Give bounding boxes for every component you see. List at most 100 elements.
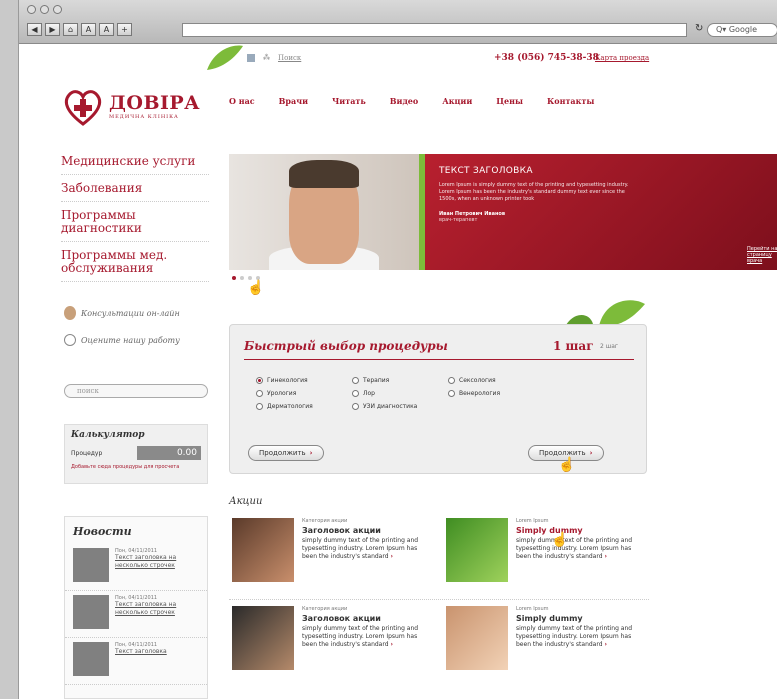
main-nav: О нас Врачи Читать Видео Акции Цены Конт…	[229, 96, 618, 106]
option-label: Урология	[267, 390, 297, 397]
radio-icon[interactable]	[448, 390, 455, 397]
arrow-right-icon[interactable]: ›	[604, 641, 606, 648]
option-dermatology[interactable]: Дерматология	[256, 403, 313, 410]
option-ent[interactable]: Лор	[352, 390, 417, 397]
calculator-add-link[interactable]: Добавьте сюда процедуры для просчета	[65, 464, 207, 470]
news-link[interactable]: Текст заголовка на несколько строчек	[115, 601, 199, 617]
site-logo[interactable]: ДОВІРА МЕДИЧНА КЛІНІКА	[61, 84, 200, 128]
promotions-title: Акции	[229, 496, 263, 507]
banner-doctor-role: врач-терапевт	[439, 217, 478, 223]
option-gynecology[interactable]: Гинекология	[256, 377, 313, 384]
zoom-window-button[interactable]	[53, 5, 62, 14]
news-link[interactable]: Текст заголовка	[115, 648, 167, 656]
radio-icon[interactable]	[256, 377, 263, 384]
rating-icon	[64, 334, 76, 346]
arrow-right-icon: ›	[589, 449, 593, 457]
rate-us-link[interactable]: Оцените нашу работу	[64, 334, 180, 346]
arrow-right-icon[interactable]: ›	[604, 553, 606, 560]
doctor-icon	[64, 306, 76, 320]
news-item: Пон, 04/11/2011 Текст заголовка на неско…	[65, 591, 207, 638]
nav-item-prices[interactable]: Цены	[496, 96, 523, 106]
sidebar-item-diagnostics[interactable]: Программы диагностики	[61, 206, 209, 242]
doctor-photo	[229, 154, 419, 270]
sidebar-item-diseases[interactable]: Заболевания	[61, 179, 209, 202]
hand-cursor-icon: ☝	[558, 457, 576, 473]
news-title: Новости	[73, 525, 132, 538]
radio-icon[interactable]	[352, 390, 359, 397]
logo-name: ДОВІРА	[109, 92, 201, 114]
option-sexology[interactable]: Сексология	[448, 377, 500, 384]
radio-icon[interactable]	[448, 377, 455, 384]
hand-cursor-icon: ☝	[247, 280, 265, 296]
promo-text-body: simply dummy text of the printing and ty…	[516, 625, 633, 648]
option-therapy[interactable]: Терапия	[352, 377, 417, 384]
nav-item-doctors[interactable]: Врачи	[279, 96, 308, 106]
nav-item-contacts[interactable]: Контакты	[547, 96, 594, 106]
option-label: УЗИ диагностика	[363, 403, 418, 410]
news-thumbnail[interactable]	[73, 595, 109, 629]
consult-online-link[interactable]: Консультации он-лайн	[64, 306, 180, 320]
text-larger-button[interactable]: A	[99, 23, 114, 36]
news-thumbnail[interactable]	[73, 548, 109, 582]
news-link[interactable]: Текст заголовка на несколько строчек	[115, 554, 199, 570]
address-bar[interactable]	[182, 23, 687, 37]
option-urology[interactable]: Урология	[256, 390, 313, 397]
search-input[interactable]: поиск	[64, 384, 208, 398]
banner-content: ТЕКСТ ЗАГОЛОВКА Lorem Ipsum is simply du…	[425, 154, 777, 270]
sidebar-item-medical-programs[interactable]: Программы мед. обслуживания	[61, 246, 209, 282]
radio-icon[interactable]	[352, 403, 359, 410]
text-smaller-button[interactable]: A	[81, 23, 96, 36]
promo-image[interactable]	[446, 606, 508, 670]
option-venereology[interactable]: Венерология	[448, 390, 500, 397]
news-thumbnail[interactable]	[73, 642, 109, 676]
calculator-widget: Калькулятор Процедур 0.00 Добавьте сюда …	[64, 424, 208, 484]
promo-category: Категория акции	[302, 518, 348, 524]
radio-icon[interactable]	[256, 390, 263, 397]
option-ultrasound[interactable]: УЗИ диагностика	[352, 403, 417, 410]
pager-dot-1[interactable]	[232, 276, 236, 280]
sidebar-item-services[interactable]: Медицинские услуги	[61, 152, 209, 175]
minimize-window-button[interactable]	[40, 5, 49, 14]
promo-item: Категория акции Заголовок акции simply d…	[232, 518, 432, 588]
promo-title[interactable]: Заголовок акции	[302, 526, 432, 535]
banner-doctor-link[interactable]: Перейти на страницу врача	[747, 246, 777, 264]
radio-icon[interactable]	[256, 403, 263, 410]
nav-item-promotions[interactable]: Акции	[442, 96, 472, 106]
nav-item-video[interactable]: Видео	[390, 96, 418, 106]
web-page: ⁂ Поиск +38 (056) 745-38-38 Карта проезд…	[19, 44, 777, 699]
promo-image[interactable]	[446, 518, 508, 582]
close-window-button[interactable]	[27, 5, 36, 14]
back-button[interactable]: ◀	[27, 23, 42, 36]
promo-image[interactable]	[232, 606, 294, 670]
phone-number: +38 (056) 745-38-38	[494, 53, 599, 63]
home-button[interactable]: ⌂	[63, 23, 78, 36]
arrow-right-icon[interactable]: ›	[390, 553, 392, 560]
promo-category: Категория акции	[302, 606, 348, 612]
radio-icon[interactable]	[352, 377, 359, 384]
promo-title[interactable]: Заголовок акции	[302, 614, 432, 623]
nav-item-read[interactable]: Читать	[332, 96, 366, 106]
nav-item-about[interactable]: О нас	[229, 96, 255, 106]
add-bookmark-button[interactable]: +	[117, 23, 132, 36]
promo-image[interactable]	[232, 518, 294, 582]
continue-button-left[interactable]: Продолжить ›	[248, 445, 324, 461]
procedure-column-1: Гинекология Урология Дерматология	[256, 377, 313, 416]
promo-title[interactable]: Simply dummy	[516, 526, 646, 535]
forward-button[interactable]: ▶	[45, 23, 60, 36]
promo-text: simply dummy text of the printing and ty…	[302, 537, 432, 561]
sitemap-icon[interactable]: ⁂	[263, 54, 270, 62]
pager-dot-2[interactable]	[240, 276, 244, 280]
map-link[interactable]: Карта проезда	[595, 54, 649, 62]
promo-text: simply dummy text of the printing and ty…	[302, 625, 432, 649]
promo-title[interactable]: Simply dummy	[516, 614, 646, 623]
home-icon[interactable]	[247, 54, 255, 62]
leaf-decoration	[207, 45, 243, 70]
sidebar-nav: Медицинские услуги Заболевания Программы…	[61, 152, 209, 286]
google-search-field[interactable]: Q▾ Google	[707, 23, 777, 37]
arrow-right-icon[interactable]: ›	[390, 641, 392, 648]
search-link[interactable]: Поиск	[278, 54, 301, 62]
heart-cross-logo-icon	[64, 90, 102, 126]
rate-label: Оцените нашу работу	[81, 335, 180, 345]
step-2-label: 2 шаг	[600, 343, 619, 350]
reload-icon[interactable]: ↻	[695, 23, 703, 34]
